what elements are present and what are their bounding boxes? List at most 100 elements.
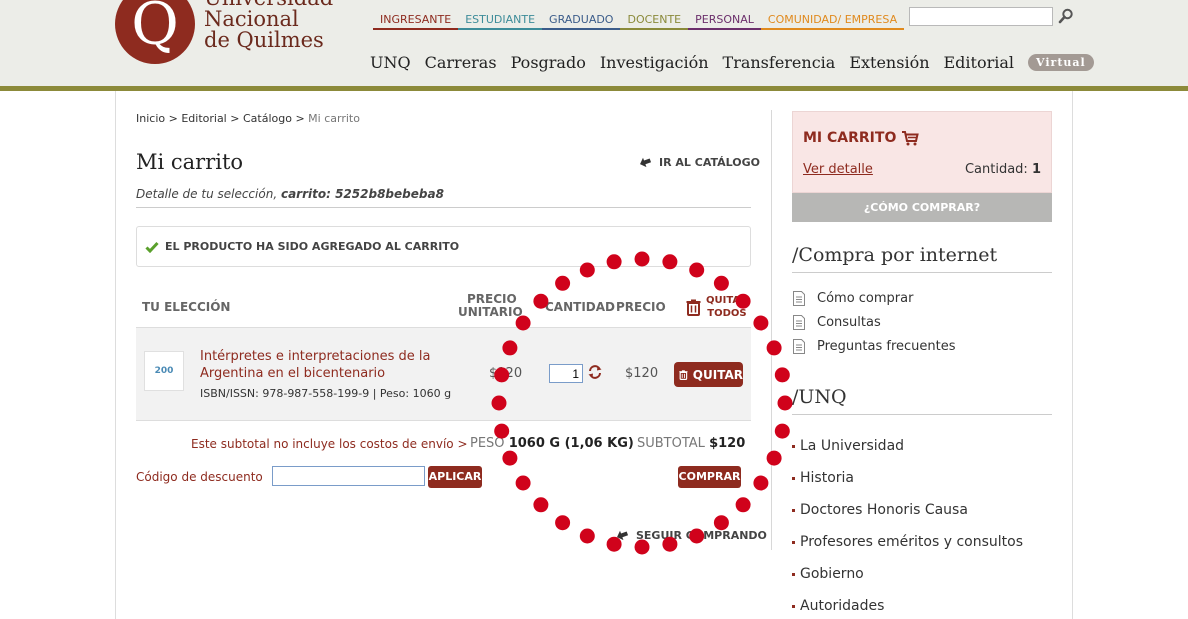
unq-link-label: Profesores eméritos y consultos: [800, 534, 1024, 550]
buy-button[interactable]: COMPRAR: [678, 466, 741, 488]
search-input[interactable]: [909, 7, 1053, 26]
online-link-label: Consultas: [817, 315, 881, 330]
bullet: [792, 540, 795, 544]
main-nav-unq[interactable]: UNQ: [370, 53, 411, 72]
breadcrumb-inicio[interactable]: Inicio: [136, 112, 165, 125]
main-nav-investigacion[interactable]: Investigación: [600, 53, 709, 72]
cart-id: carrito: 5252b8bebeba8: [280, 187, 444, 201]
subtotal-label: SUBTOTAL: [637, 436, 705, 451]
unq-link-label: La Universidad: [800, 438, 905, 454]
bullet: [792, 604, 795, 608]
cart-subtitle: Detalle de tu selección, carrito: 5252b8…: [136, 187, 751, 208]
unq-link-autoridades[interactable]: Autoridades: [792, 598, 884, 614]
arrow-left-icon: [617, 530, 629, 541]
audience-nav-personal[interactable]: PERSONAL: [688, 12, 761, 30]
unq-heading: /UNQ: [792, 386, 1052, 415]
audience-nav-comunidad[interactable]: COMUNIDAD/ EMPRESA: [760, 12, 905, 30]
how-to-buy-button[interactable]: ¿CÓMO COMPRAR?: [792, 193, 1052, 222]
unq-link-label: Gobierno: [800, 566, 864, 582]
breadcrumb-catalogo[interactable]: Catálogo: [243, 112, 292, 125]
main-nav-posgrado[interactable]: Posgrado: [511, 53, 586, 72]
cart-quantity-value: 1: [1031, 162, 1041, 177]
arrow-left-icon: [640, 157, 652, 168]
remove-all-label: QUITAR TODOS: [706, 294, 748, 320]
audience-nav-graduado[interactable]: GRADUADO: [542, 12, 621, 30]
bullet: [792, 476, 795, 480]
apply-discount-button[interactable]: APLICAR: [428, 466, 482, 488]
breadcrumb: Inicio > Editorial > Catálogo > Mi carri…: [136, 112, 360, 125]
audience-nav: INGRESANTE ESTUDIANTE GRADUADO DOCENTE P…: [373, 12, 905, 30]
weight-value: 1060 G (1,06 KG): [508, 436, 634, 451]
breadcrumb-current: Mi carrito: [308, 112, 360, 125]
shipping-note-link[interactable]: Este subtotal no incluye los costos de e…: [191, 437, 468, 451]
search-icon[interactable]: [1058, 8, 1074, 24]
cart-quantity: Cantidad: 1: [965, 162, 1041, 177]
unq-link-universidad[interactable]: La Universidad: [792, 438, 904, 454]
mini-cart-title-text: MI CARRITO: [803, 130, 897, 146]
keep-shopping-label: SEGUIR COMPRANDO: [636, 528, 767, 542]
remove-item-button[interactable]: QUITAR: [674, 362, 743, 387]
main-nav-carreras[interactable]: Carreras: [425, 53, 497, 72]
product-meta: ISBN/ISSN: 978-987-558-199-9 | Peso: 106…: [200, 387, 452, 400]
header-choice: TU ELECCIÓN: [142, 300, 231, 314]
main-nav-transferencia[interactable]: Transferencia: [723, 53, 836, 72]
trash-icon: [679, 369, 688, 380]
bullet: [792, 508, 795, 512]
column-divider: [771, 110, 772, 550]
added-notice-text: EL PRODUCTO HA SIDO AGREGADO AL CARRITO: [165, 240, 460, 253]
product-thumbnail[interactable]: 200: [144, 351, 184, 391]
quantity-input[interactable]: [549, 364, 583, 383]
main-nav-extension[interactable]: Extensión: [849, 53, 929, 72]
header-price: PRECIO: [616, 300, 666, 314]
cart-icon: [902, 131, 920, 146]
trash-icon: [686, 299, 701, 316]
audience-nav-estudiante[interactable]: ESTUDIANTE: [458, 12, 543, 30]
bullet: [792, 572, 795, 576]
breadcrumb-separator: >: [230, 112, 240, 125]
check-icon: [145, 241, 159, 253]
online-link-consultas[interactable]: Consultas: [792, 315, 881, 330]
unq-link-historia[interactable]: Historia: [792, 470, 854, 486]
back-to-catalog-link[interactable]: IR AL CATÁLOGO: [639, 155, 760, 169]
unq-link-label: Doctores Honoris Causa: [800, 502, 968, 518]
online-link-label: Cómo comprar: [817, 291, 914, 306]
discount-code-input[interactable]: [272, 466, 425, 486]
main-nav-editorial[interactable]: Editorial: [944, 53, 1015, 72]
logo-line-3: de Quilmes: [204, 28, 324, 52]
logo-wordmark[interactable]: Universidad Nacional de Quilmes: [204, 0, 333, 51]
unit-price: $120: [489, 366, 523, 381]
mini-cart: MI CARRITO Ver detalle Cantidad: 1: [792, 111, 1052, 193]
refresh-icon[interactable]: [587, 364, 603, 380]
cart-table-header: TU ELECCIÓN PRECIO UNITARIO CANTIDAD PRE…: [136, 290, 751, 327]
mini-cart-title: MI CARRITO: [803, 130, 920, 146]
online-link-label: Preguntas frecuentes: [817, 339, 956, 354]
weight-label: PESO: [470, 436, 505, 451]
online-link-como-comprar[interactable]: Cómo comprar: [792, 291, 913, 306]
online-purchase-heading: /Compra por internet: [792, 244, 1052, 273]
remove-all-button[interactable]: QUITAR TODOS: [686, 294, 748, 320]
line-price: $120: [625, 366, 659, 381]
remove-item-label: QUITAR: [692, 367, 743, 382]
logo-letter: Q: [131, 0, 179, 58]
online-link-preguntas[interactable]: Preguntas frecuentes: [792, 339, 956, 354]
unq-link-doctores[interactable]: Doctores Honoris Causa: [792, 502, 968, 518]
audience-nav-docente[interactable]: DOCENTE: [620, 12, 689, 30]
virtual-button[interactable]: Virtual: [1028, 54, 1094, 71]
total-weight: PESO 1060 G (1,06 KG): [470, 436, 634, 451]
unq-link-label: Historia: [800, 470, 854, 486]
remove-all-line-2: TODOS: [707, 308, 747, 319]
product-title-link[interactable]: Intérpretes e interpretaciones de la Arg…: [200, 348, 450, 382]
unq-link-gobierno[interactable]: Gobierno: [792, 566, 864, 582]
unq-link-profesores[interactable]: Profesores eméritos y consultos: [792, 534, 1023, 550]
keep-shopping-link[interactable]: SEGUIR COMPRANDO: [616, 528, 767, 542]
cart-quantity-label: Cantidad:: [964, 162, 1028, 177]
subtotal: SUBTOTAL $120: [637, 436, 745, 451]
breadcrumb-separator: >: [295, 112, 305, 125]
cart-detail-link[interactable]: Ver detalle: [803, 162, 873, 177]
discount-label: Código de descuento: [136, 470, 263, 484]
page-title: Mi carrito: [136, 150, 244, 174]
audience-nav-ingresante[interactable]: INGRESANTE: [373, 12, 459, 30]
logo-line-2: Nacional: [204, 7, 299, 31]
breadcrumb-editorial[interactable]: Editorial: [181, 112, 226, 125]
header-unit-price: PRECIO UNITARIO: [458, 293, 523, 319]
